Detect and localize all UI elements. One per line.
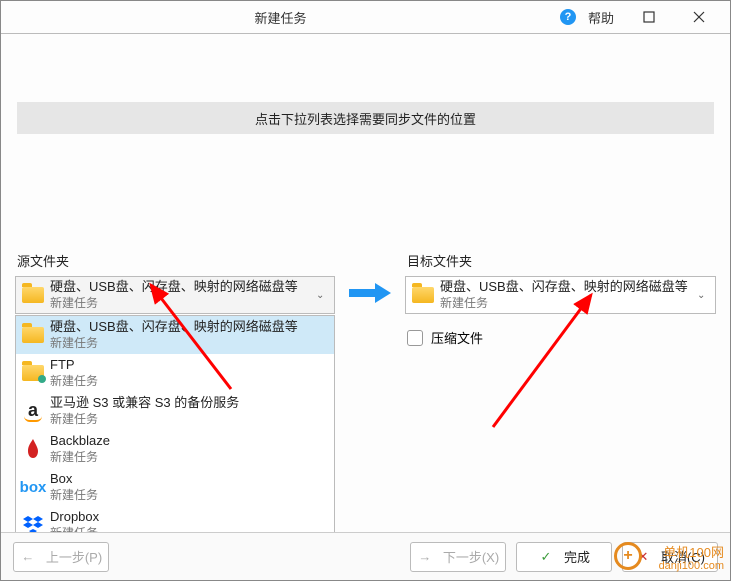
help-icon[interactable]: ? bbox=[560, 9, 576, 25]
watermark-logo: + bbox=[614, 542, 642, 570]
help-label[interactable]: 帮助 bbox=[588, 8, 614, 27]
arrow-right-icon: → bbox=[417, 549, 433, 564]
instruction-banner: 点击下拉列表选择需要同步文件的位置 bbox=[17, 102, 714, 134]
check-icon: ✓ bbox=[538, 549, 554, 565]
arrow-right-icon bbox=[347, 281, 393, 305]
next-button[interactable]: → 下一步(X) bbox=[410, 542, 506, 572]
target-folder-dropdown[interactable]: 硬盘、USB盘、闪存盘、映射的网络磁盘等 新建任务 ⌄ bbox=[405, 276, 716, 314]
titlebar: 新建任务 ? 帮助 bbox=[1, 1, 730, 33]
main-columns: 源文件夹 硬盘、USB盘、闪存盘、映射的网络磁盘等 新建任务 ⌄ 硬盘、USB盘… bbox=[1, 251, 730, 347]
folder-icon bbox=[412, 287, 434, 303]
source-label: 源文件夹 bbox=[15, 251, 335, 270]
close-button[interactable] bbox=[676, 3, 722, 31]
amazon-icon: a bbox=[16, 401, 50, 422]
chevron-down-icon: ⌄ bbox=[316, 290, 334, 301]
compress-checkbox[interactable] bbox=[407, 330, 423, 346]
backblaze-icon bbox=[16, 439, 50, 459]
maximize-button[interactable] bbox=[626, 3, 672, 31]
window-title: 新建任务 bbox=[1, 8, 560, 27]
target-label: 目标文件夹 bbox=[405, 251, 716, 270]
folder-icon bbox=[16, 327, 50, 343]
source-option-amazon[interactable]: a亚马逊 S3 或兼容 S3 的备份服务新建任务 bbox=[16, 392, 334, 430]
chevron-down-icon: ⌄ bbox=[697, 290, 715, 301]
source-option-ftp[interactable]: FTP新建任务 bbox=[16, 354, 334, 392]
folder-icon bbox=[22, 287, 44, 303]
compress-label: 压缩文件 bbox=[431, 328, 483, 347]
source-dropdown-list: 硬盘、USB盘、闪存盘、映射的网络磁盘等新建任务FTP新建任务a亚马逊 S3 或… bbox=[15, 315, 335, 545]
finish-button[interactable]: ✓ 完成 bbox=[516, 542, 612, 572]
prev-button[interactable]: ← 上一步(P) bbox=[13, 542, 109, 572]
folder-net-icon bbox=[16, 365, 50, 381]
arrow-left-icon: ← bbox=[20, 549, 36, 564]
box-icon: box bbox=[16, 479, 50, 496]
source-option-backblaze[interactable]: Backblaze新建任务 bbox=[16, 430, 334, 468]
source-option-local[interactable]: 硬盘、USB盘、闪存盘、映射的网络磁盘等新建任务 bbox=[16, 316, 334, 354]
source-option-box[interactable]: boxBox新建任务 bbox=[16, 468, 334, 506]
source-folder-dropdown[interactable]: 硬盘、USB盘、闪存盘、映射的网络磁盘等 新建任务 ⌄ 硬盘、USB盘、闪存盘、… bbox=[15, 276, 335, 314]
